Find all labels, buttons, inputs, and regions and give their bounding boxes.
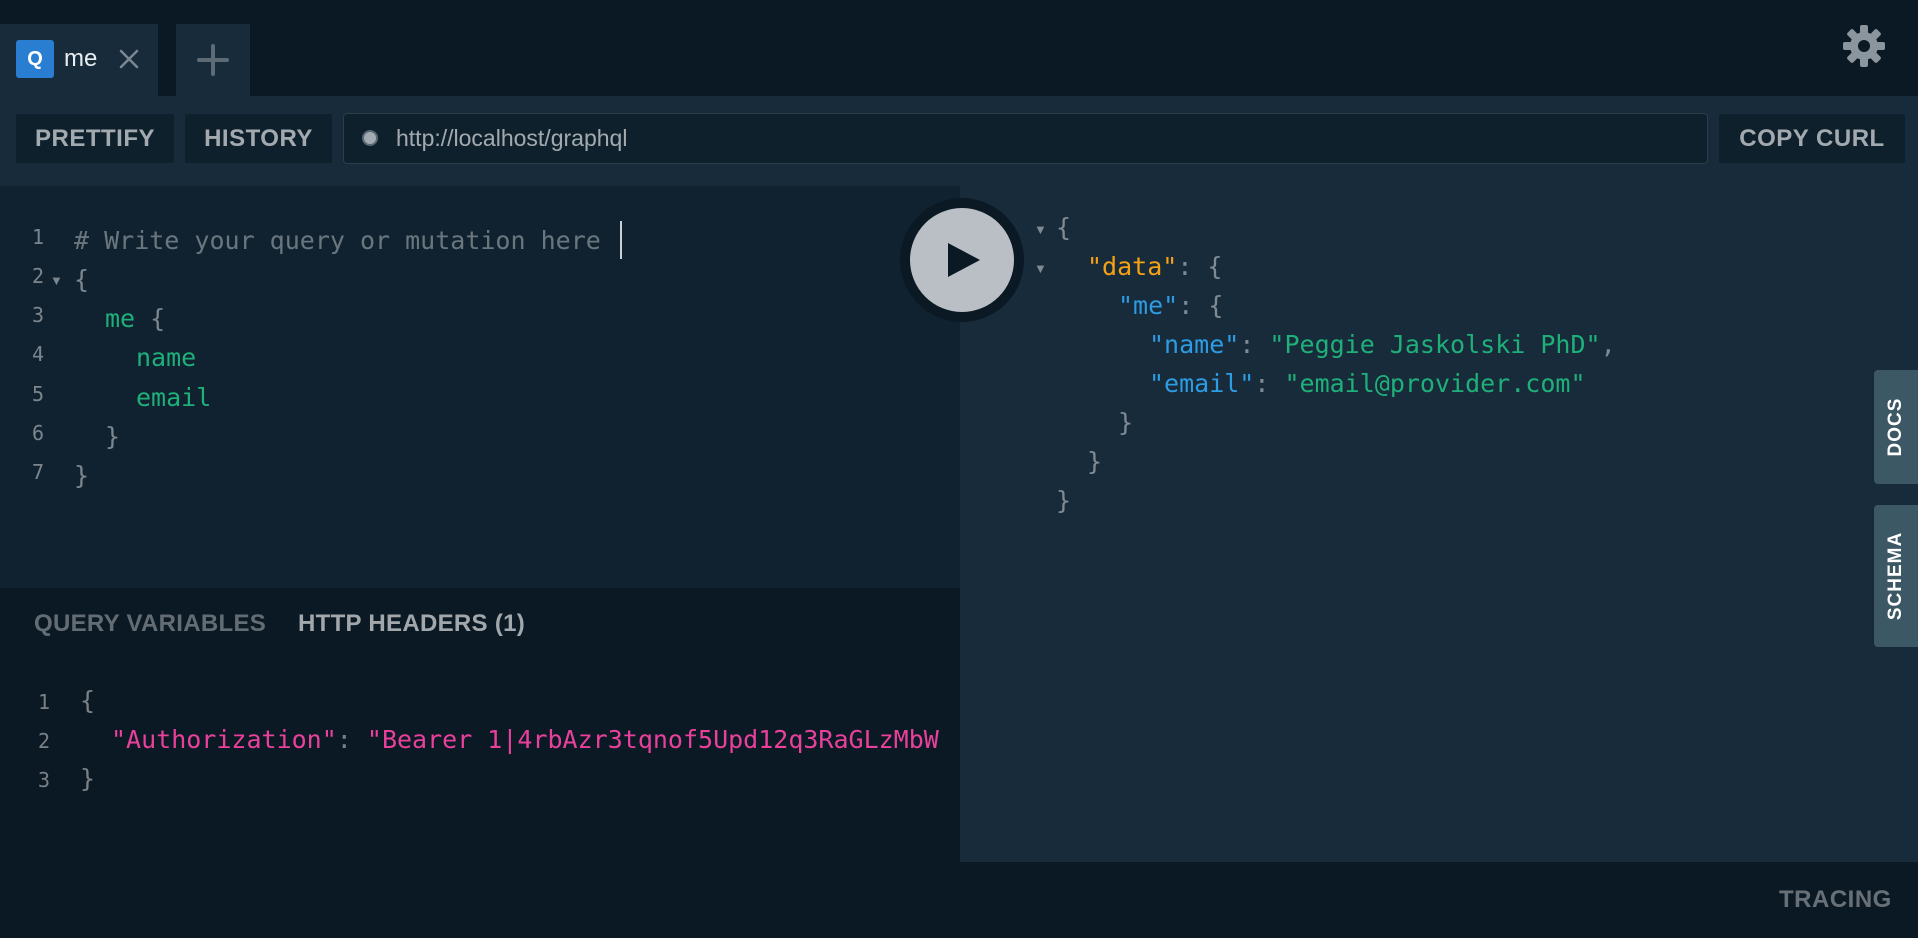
code-colon: : <box>336 725 367 754</box>
copy-curl-button[interactable]: COPY CURL <box>1719 114 1905 163</box>
result-name-value: "Peggie Jaskolski PhD" <box>1269 330 1601 359</box>
fold-arrow-icon[interactable]: ▼ <box>1034 261 1047 276</box>
result-email-value: "email@provider.com" <box>1284 369 1586 398</box>
result-email-key: "email" <box>1149 369 1255 398</box>
line-number: 7 <box>31 460 44 484</box>
line-number: 2 <box>31 264 44 288</box>
plus-icon <box>197 44 229 76</box>
line-number: 1 <box>37 690 50 714</box>
variables-panel <box>0 588 960 938</box>
result-brace: } <box>1087 447 1103 476</box>
result-me-key: "me" <box>1118 291 1179 320</box>
code-line: me { <box>105 299 165 338</box>
endpoint-url-input[interactable] <box>396 114 1686 163</box>
play-icon <box>948 243 980 277</box>
history-button[interactable]: HISTORY <box>185 114 332 163</box>
schema-side-tab[interactable]: SCHEMA <box>1874 505 1918 647</box>
line-number: 4 <box>31 342 44 366</box>
close-icon[interactable] <box>116 46 142 72</box>
result-line: "me": { <box>1118 286 1223 325</box>
code-brace: } <box>105 422 121 451</box>
query-tab-title[interactable]: me <box>64 42 97 76</box>
text-caret <box>620 221 622 259</box>
fold-arrow-icon[interactable]: ▼ <box>50 273 63 288</box>
status-dot-icon <box>362 130 378 146</box>
code-brace: { <box>80 686 96 715</box>
result-colon: : <box>1177 252 1208 281</box>
code-field-me: me <box>105 304 136 333</box>
code-brace: } <box>80 764 96 793</box>
fold-arrow-icon[interactable]: ▼ <box>1034 222 1047 237</box>
endpoint-bar <box>343 113 1708 164</box>
docs-side-tab[interactable]: DOCS <box>1874 370 1918 484</box>
result-colon: : <box>1254 369 1285 398</box>
tab-query-variables[interactable]: QUERY VARIABLES <box>34 610 266 638</box>
header-line-clip: "Authorization": "Bearer 1|4rbAzr3tqnof5… <box>0 720 960 759</box>
prettify-button[interactable]: PRETTIFY <box>16 114 174 163</box>
header-key: "Authorization" <box>111 725 337 754</box>
code-comment: # Write your query or mutation here <box>74 226 601 255</box>
line-number: 6 <box>31 421 44 445</box>
result-panel <box>960 186 1918 862</box>
code-field-email: email <box>136 383 212 412</box>
line-number: 3 <box>37 768 50 792</box>
result-footer <box>960 862 1918 938</box>
query-type-badge: Q <box>16 40 54 78</box>
code-brace: } <box>74 461 90 490</box>
result-name-key: "name" <box>1149 330 1240 359</box>
result-brace: { <box>1207 252 1223 281</box>
result-brace: } <box>1118 408 1134 437</box>
code-brace: { <box>135 304 166 333</box>
tab-bar <box>0 0 1918 96</box>
header-value: "Bearer 1|4rbAzr3tqnof5Upd12q3RaGLzMbW <box>366 725 939 754</box>
result-colon: : <box>1239 330 1270 359</box>
result-colon: : <box>1178 291 1209 320</box>
result-brace: } <box>1056 486 1072 515</box>
result-line: "email": "email@provider.com" <box>1149 364 1586 403</box>
schema-label: SCHEMA <box>1885 531 1906 621</box>
result-line: "data": { <box>1087 247 1222 286</box>
result-brace: { <box>1208 291 1224 320</box>
docs-label: DOCS <box>1885 397 1906 457</box>
result-brace: { <box>1056 213 1072 242</box>
execute-query-button[interactable] <box>910 208 1014 312</box>
code-field-name: name <box>136 343 197 372</box>
result-line: "name": "Peggie Jaskolski PhD", <box>1149 325 1616 364</box>
header-entry[interactable]: "Authorization": "Bearer 1|4rbAzr3tqnof5… <box>111 720 939 759</box>
result-comma: , <box>1600 330 1616 359</box>
new-tab-button[interactable] <box>176 24 250 96</box>
line-number: 1 <box>31 225 44 249</box>
result-data-key: "data" <box>1087 252 1178 281</box>
code-brace: { <box>74 265 90 294</box>
tab-http-headers[interactable]: HTTP HEADERS (1) <box>298 610 525 638</box>
line-number: 5 <box>31 382 44 406</box>
line-number: 3 <box>31 303 44 327</box>
gear-icon[interactable] <box>1840 22 1888 70</box>
tracing-button[interactable]: TRACING <box>1779 886 1892 914</box>
